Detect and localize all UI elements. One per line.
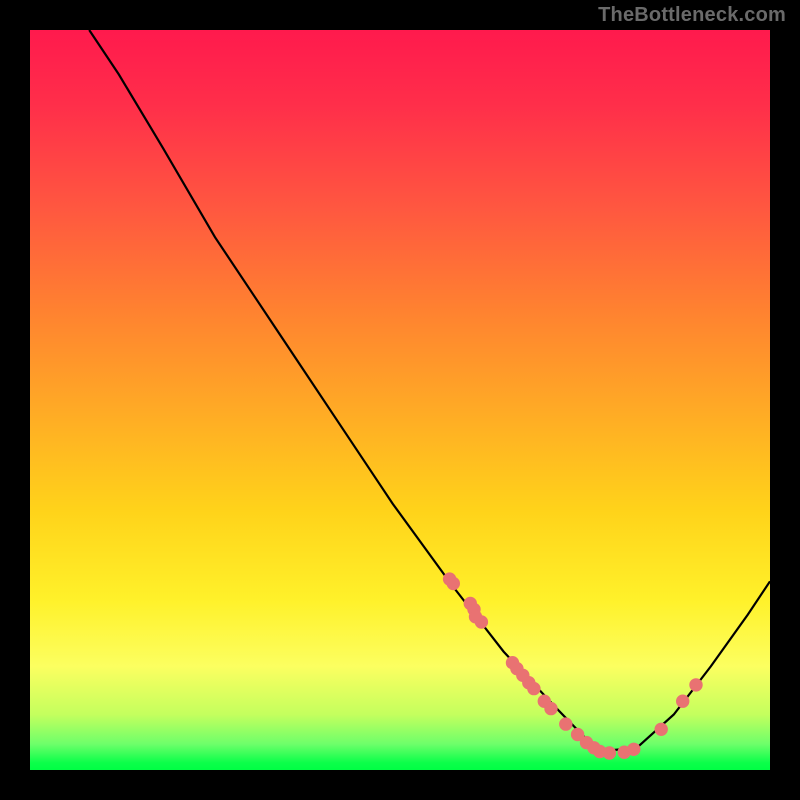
chart-gradient-area bbox=[30, 30, 770, 770]
data-point bbox=[603, 747, 615, 759]
watermark-text: TheBottleneck.com bbox=[598, 4, 786, 27]
data-point bbox=[528, 682, 540, 694]
data-point bbox=[628, 743, 640, 755]
data-point bbox=[560, 718, 572, 730]
dot-group bbox=[443, 573, 702, 759]
data-point bbox=[475, 616, 487, 628]
data-point bbox=[447, 577, 459, 589]
chart-frame: TheBottleneck.com bbox=[0, 0, 800, 800]
data-point bbox=[655, 723, 667, 735]
data-point bbox=[677, 695, 689, 707]
bottleneck-curve bbox=[89, 30, 770, 752]
data-point bbox=[690, 679, 702, 691]
chart-overlay bbox=[30, 30, 770, 770]
data-point bbox=[545, 702, 557, 714]
